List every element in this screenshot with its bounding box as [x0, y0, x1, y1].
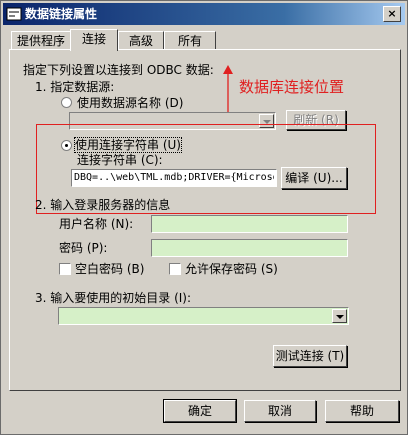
- intro-text: 指定下列设置以连接到 ODBC 数据:: [23, 63, 214, 77]
- radio-use-dsn[interactable]: [61, 97, 72, 108]
- tab-advanced[interactable]: 高级: [118, 31, 164, 50]
- title-bar[interactable]: 数据链接属性 ×: [3, 3, 405, 25]
- blank-password-checkbox[interactable]: [59, 263, 71, 275]
- data-link-icon: [6, 7, 22, 21]
- allow-save-password-label: 允许保存密码 (S): [185, 262, 278, 276]
- radio-use-dsn-label: 使用数据源名称 (D): [77, 96, 184, 110]
- section3-label: 3. 输入要使用的初始目录 (I):: [35, 291, 192, 305]
- tab-connection[interactable]: 连接: [70, 29, 118, 51]
- close-button[interactable]: ×: [383, 6, 401, 22]
- test-connection-button[interactable]: 测试连接 (T): [273, 345, 347, 367]
- username-input[interactable]: [151, 215, 348, 233]
- username-label: 用户名称 (N):: [59, 217, 134, 231]
- section2-label: 2. 输入登录服务器的信息: [35, 198, 171, 212]
- dialog-window: 数据链接属性 × 提供程序 连接 高级 所有 指定下列设置以连接到 ODBC 数…: [0, 0, 408, 435]
- cancel-button[interactable]: 取消: [244, 400, 316, 422]
- tab-provider[interactable]: 提供程序: [11, 31, 71, 50]
- password-input[interactable]: [151, 239, 348, 257]
- initial-catalog-combo[interactable]: [58, 307, 349, 325]
- blank-password-label: 空白密码 (B): [75, 262, 145, 276]
- chevron-down-icon[interactable]: [332, 309, 347, 323]
- ok-button[interactable]: 确定: [163, 399, 237, 423]
- password-label: 密码 (P):: [59, 241, 108, 255]
- tab-all[interactable]: 所有: [164, 31, 216, 50]
- help-button[interactable]: 帮助: [325, 400, 399, 422]
- section1-label: 1. 指定数据源:: [35, 80, 115, 94]
- allow-save-password-checkbox[interactable]: [169, 263, 181, 275]
- window-title: 数据链接属性: [25, 7, 98, 21]
- annotation-label: 数据库连接位置: [239, 78, 345, 96]
